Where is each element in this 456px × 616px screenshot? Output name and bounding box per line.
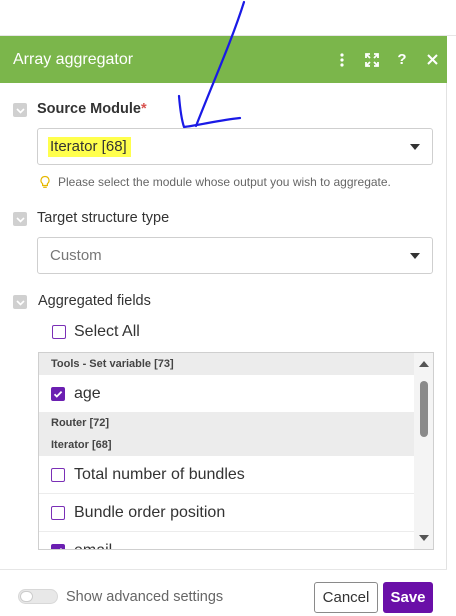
required-mark: * [140, 101, 147, 117]
fields-list: Tools - Set variable [73] age Router [72… [38, 352, 434, 550]
list-item[interactable]: Bundle order position [39, 494, 415, 532]
panel-header: Array aggregator ? [0, 36, 447, 83]
panel-footer: Show advanced settings Cancel Save [0, 569, 447, 616]
group-header: Router [72] [39, 412, 415, 434]
module-settings-panel: Array aggregator ? Source Module* Iterat… [0, 36, 447, 616]
lightbulb-icon [38, 175, 52, 189]
section-collapse-icon[interactable] [13, 212, 27, 226]
close-icon[interactable] [417, 36, 447, 83]
help-icon[interactable]: ? [387, 36, 417, 83]
list-item[interactable]: Total number of bundles [39, 456, 415, 494]
more-vertical-icon[interactable] [327, 36, 357, 83]
hint-text: Please select the module whose output yo… [58, 175, 391, 189]
target-structure-value: Custom [50, 247, 102, 264]
chevron-down-icon [410, 144, 420, 150]
checkbox[interactable] [52, 325, 66, 339]
expand-icon[interactable] [357, 36, 387, 83]
cancel-button[interactable]: Cancel [314, 582, 378, 613]
scrollbar[interactable] [414, 353, 433, 549]
section-collapse-icon[interactable] [13, 295, 27, 309]
target-structure-select[interactable]: Custom [37, 237, 433, 274]
group-header: Tools - Set variable [73] [39, 353, 415, 375]
source-module-label-text: Source Module [37, 101, 141, 117]
checkbox-checked[interactable] [51, 386, 65, 401]
toggle-knob [20, 591, 33, 602]
advanced-settings-toggle[interactable] [18, 589, 58, 604]
list-item[interactable]: email [39, 532, 415, 550]
checkbox[interactable] [51, 467, 65, 482]
highlighted-value: Iterator [68] [48, 137, 131, 157]
target-structure-label: Target structure type [37, 210, 170, 226]
source-module-label: Source Module* [37, 101, 147, 117]
section-collapse-icon[interactable] [13, 103, 27, 117]
field-label: Bundle order position [74, 503, 226, 521]
chevron-down-icon [410, 253, 420, 259]
advanced-settings-label: Show advanced settings [66, 589, 224, 605]
select-all-label: Select All [74, 323, 140, 340]
scrollbar-thumb[interactable] [420, 381, 428, 437]
module-title: Array aggregator [13, 50, 134, 68]
source-module-value: Iterator [68] [48, 137, 131, 157]
list-item[interactable]: age [39, 375, 415, 413]
save-button[interactable]: Save [383, 582, 433, 613]
fields-list-content: Tools - Set variable [73] age Router [72… [39, 353, 415, 550]
background-area [0, 0, 456, 35]
field-label: age [74, 384, 101, 402]
group-header: Iterator [68] [39, 434, 415, 456]
field-label: Total number of bundles [74, 465, 245, 483]
field-label: email [74, 541, 113, 550]
select-all-checkbox[interactable]: Select All [52, 323, 140, 341]
scroll-up-icon[interactable] [419, 361, 429, 367]
source-module-hint: Please select the module whose output yo… [38, 175, 391, 189]
source-module-select[interactable]: Iterator [68] [37, 128, 433, 165]
checkbox-checked[interactable] [51, 543, 65, 549]
scroll-down-icon[interactable] [419, 535, 429, 541]
aggregated-fields-label: Aggregated fields [38, 293, 151, 309]
checkbox[interactable] [51, 505, 65, 520]
